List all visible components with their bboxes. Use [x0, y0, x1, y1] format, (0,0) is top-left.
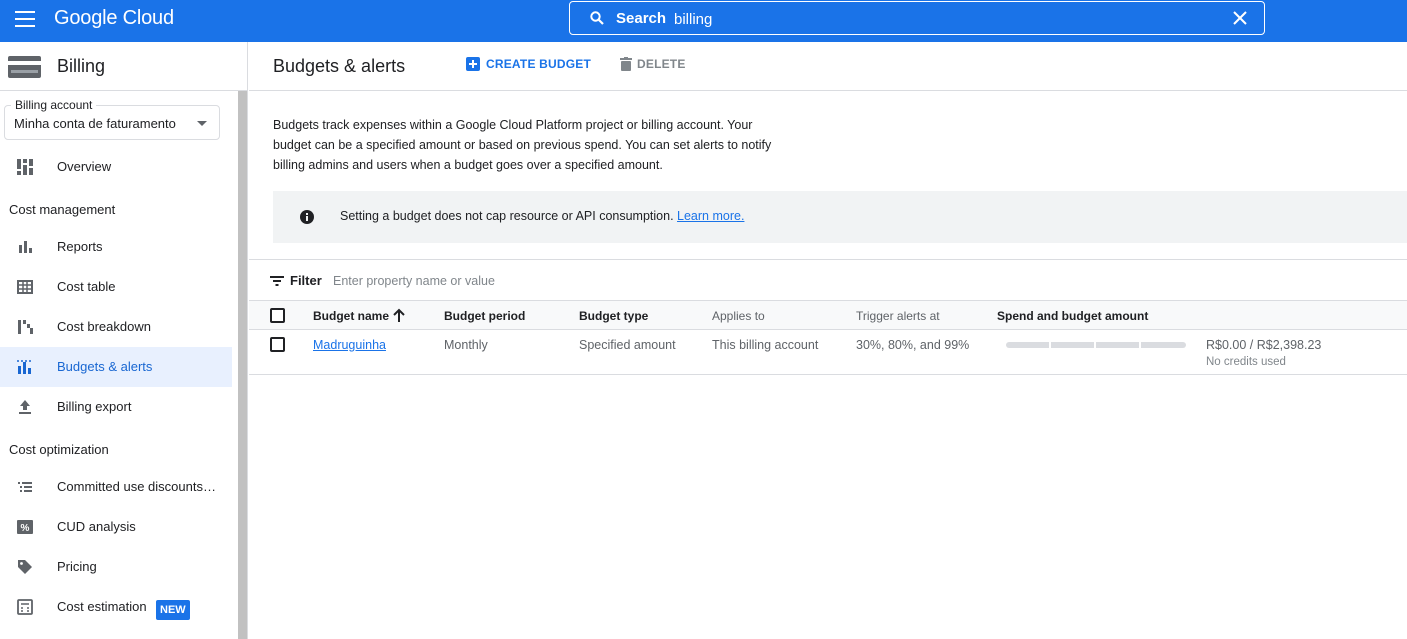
row-checkbox[interactable]: [270, 337, 285, 352]
create-budget-button[interactable]: CREATE BUDGET: [466, 56, 591, 76]
credits-note: No credits used: [1206, 356, 1286, 368]
spend-amount: R$0.00 / R$2,398.23: [1206, 338, 1322, 352]
menu-icon[interactable]: [15, 11, 35, 27]
sidebar-item-committed-use[interactable]: Committed use discounts…: [0, 467, 232, 507]
waterfall-chart-icon: [18, 320, 33, 334]
trigger-alerts-cell: 30%, 80%, and 99%: [856, 338, 970, 352]
sidebar-item-label: Billing export: [57, 399, 132, 414]
column-header-applies-to: Applies to: [712, 309, 765, 323]
budget-name-link[interactable]: Madruguinha: [313, 338, 386, 352]
new-badge: NEW: [156, 600, 190, 620]
page-description: Budgets track expenses within a Google C…: [273, 118, 772, 172]
sidebar-item-label: Cost table: [57, 279, 116, 294]
credit-card-icon: [8, 56, 41, 78]
sidebar-item-pricing[interactable]: Pricing: [0, 547, 232, 587]
search-icon: [590, 11, 604, 25]
arrow-up-icon[interactable]: [393, 308, 405, 322]
billing-account-select[interactable]: Billing account Minha conta de faturamen…: [4, 98, 220, 140]
sidebar-item-reports[interactable]: Reports: [0, 227, 232, 267]
sidebar-item-cost-table[interactable]: Cost table: [0, 267, 232, 307]
percent-icon: %: [17, 520, 33, 534]
progress-marker: [1139, 342, 1141, 348]
list-icon: [18, 482, 32, 492]
budget-type-cell: Specified amount: [579, 338, 676, 352]
sidebar-item-budgets-alerts[interactable]: Budgets & alerts: [0, 347, 232, 387]
billing-account-label: Billing account: [11, 98, 97, 112]
delete-button[interactable]: DELETE: [620, 56, 686, 76]
sidebar-item-cost-estimation[interactable]: Cost estimation: [0, 587, 232, 627]
tag-icon: [18, 560, 32, 574]
chevron-down-icon: [197, 121, 207, 126]
sidebar-item-label: Overview: [57, 159, 112, 174]
budget-chart-icon: [17, 360, 33, 374]
sidebar-item-label: Budgets & alerts: [57, 359, 153, 374]
dashboard-icon: [17, 159, 33, 175]
google-cloud-logo[interactable]: Google Cloud: [54, 7, 174, 30]
filter-bar: Filter: [249, 259, 1407, 300]
info-icon: [300, 210, 314, 224]
trash-icon: [620, 56, 632, 71]
bar-chart-icon: [19, 241, 32, 253]
sidebar-scrollbar[interactable]: [238, 91, 247, 639]
search-input[interactable]: [674, 6, 1214, 32]
filter-label: Filter: [290, 273, 322, 288]
sidebar-header: Billing: [0, 42, 248, 91]
filter-icon: [270, 276, 284, 286]
delete-label: DELETE: [637, 56, 686, 71]
sidebar-item-cud-analysis[interactable]: % CUD analysis: [0, 507, 232, 547]
progress-marker: [1049, 342, 1051, 348]
sidebar-item-cost-breakdown[interactable]: Cost breakdown: [0, 307, 232, 347]
info-notice: Setting a budget does not cap resource o…: [273, 191, 1407, 243]
section-cost-management: Cost management: [9, 202, 116, 217]
learn-more-link[interactable]: Learn more.: [677, 209, 744, 223]
page-title: Budgets & alerts: [273, 56, 406, 76]
sidebar-item-label: CUD analysis: [57, 519, 136, 534]
calculator-icon: [17, 599, 33, 615]
column-header-budget-name[interactable]: Budget name: [313, 309, 389, 323]
notice-message: Setting a budget does not cap resource o…: [340, 209, 674, 223]
search-box[interactable]: Search: [569, 1, 1265, 35]
sidebar-item-label: Reports: [57, 239, 103, 254]
column-header-budget-period[interactable]: Budget period: [444, 309, 525, 323]
sidebar-item-label: Cost estimation: [57, 599, 147, 614]
close-icon[interactable]: [1232, 10, 1248, 26]
search-label: Search: [616, 10, 667, 27]
sidebar-item-label: Pricing: [57, 559, 97, 574]
column-header-trigger-alerts: Trigger alerts at: [856, 309, 940, 323]
table-icon: [17, 280, 33, 294]
sidebar: Billing Billing account Minha conta de f…: [0, 42, 248, 639]
sidebar-item-overview[interactable]: Overview: [0, 147, 232, 187]
upload-icon: [19, 400, 31, 414]
progress-marker: [1094, 342, 1096, 348]
main-content: Budgets & alerts CREATE BUDGET DELETE Bu…: [249, 42, 1407, 639]
filter-input[interactable]: [333, 270, 933, 292]
select-all-checkbox[interactable]: [270, 308, 285, 323]
billing-account-value: Minha conta de faturamento: [14, 116, 176, 131]
column-header-spend-amount[interactable]: Spend and budget amount: [997, 309, 1148, 323]
applies-to-cell: This billing account: [712, 338, 819, 352]
create-budget-label: CREATE BUDGET: [486, 56, 592, 71]
add-icon: [466, 56, 480, 71]
spend-progress-bar: [1006, 342, 1186, 348]
section-cost-optimization: Cost optimization: [9, 442, 109, 457]
page-header: Budgets & alerts CREATE BUDGET DELETE: [249, 42, 1407, 91]
notice-text: Setting a budget does not cap resource o…: [340, 209, 744, 223]
table-header: Budget name Budget period Budget type Ap…: [249, 300, 1407, 330]
svg-text:%: %: [21, 523, 30, 534]
sidebar-item-label: Committed use discounts…: [57, 479, 216, 494]
column-header-budget-type[interactable]: Budget type: [579, 309, 648, 323]
table-row: Madruguinha Monthly Specified amount Thi…: [249, 330, 1407, 375]
sidebar-item-label: Cost breakdown: [57, 319, 151, 334]
budget-period-cell: Monthly: [444, 338, 488, 352]
top-bar: Google Cloud Search: [0, 0, 1407, 42]
sidebar-title: Billing: [57, 56, 106, 76]
sidebar-item-billing-export[interactable]: Billing export: [0, 387, 232, 427]
